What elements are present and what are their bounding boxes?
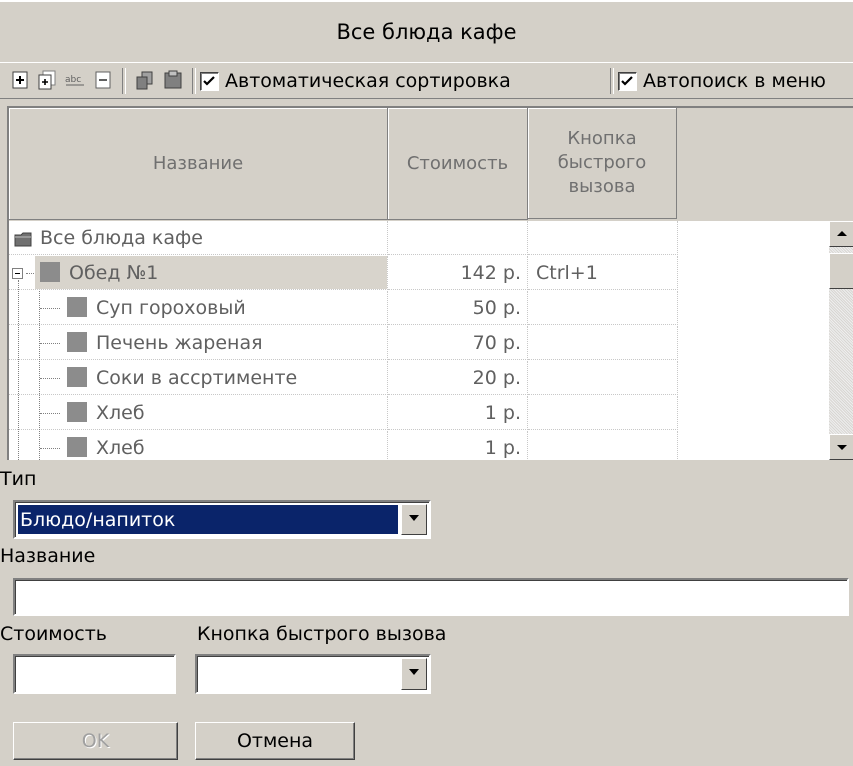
rename-icon[interactable]: abc	[64, 69, 86, 91]
dish-icon	[67, 436, 87, 457]
auto-search-checkbox[interactable]: Автопоиск в меню	[618, 67, 826, 95]
table-row[interactable]: Хлеб 1 р.	[9, 396, 839, 431]
dish-icon	[40, 261, 60, 282]
dish-icon	[67, 331, 87, 352]
column-header-hotkey[interactable]: Кнопка быстрого вызова	[528, 108, 677, 219]
grid-header: Название Стоимость Кнопка быстрого вызов…	[9, 108, 853, 221]
name-cell: Печень жареная	[9, 326, 388, 360]
name-cell: Обед №1	[9, 256, 388, 290]
name-cell: Соки в ассртименте	[9, 361, 388, 395]
table-row[interactable]: Соки в ассртименте 20 р.	[9, 361, 839, 396]
table-row[interactable]: Все блюда кафе	[9, 221, 839, 256]
column-header-name[interactable]: Название	[9, 108, 388, 220]
window-title: Все блюда кафе	[0, 0, 853, 63]
checkbox-mark-icon	[618, 71, 637, 91]
add-subitem-icon[interactable]	[36, 69, 58, 91]
delete-icon[interactable]	[92, 69, 114, 91]
hotkey-cell: Ctrl+1	[528, 256, 678, 290]
price-cell	[388, 221, 528, 255]
hotkey-label: Кнопка быстрого вызова	[197, 623, 447, 645]
table-row[interactable]: Обед №1 142 р. Ctrl+1	[9, 256, 839, 291]
hotkey-cell	[528, 326, 678, 360]
auto-search-label: Автопоиск в меню	[643, 70, 826, 92]
hotkey-cell	[528, 396, 678, 430]
collapse-icon[interactable]	[12, 267, 24, 280]
hotkey-cell	[528, 291, 678, 325]
table-row[interactable]: Печень жареная 70 р.	[9, 326, 839, 361]
hotkey-cell	[528, 361, 678, 395]
ok-button[interactable]: OK	[13, 722, 178, 760]
type-label: Тип	[0, 468, 37, 490]
name-cell: Хлеб	[9, 396, 388, 430]
price-cell: 20 р.	[388, 361, 528, 395]
price-cell: 1 р.	[388, 396, 528, 430]
price-cell: 70 р.	[388, 326, 528, 360]
chevron-down-icon	[409, 515, 419, 521]
dish-icon	[67, 401, 87, 422]
price-cell: 1 р.	[388, 431, 528, 460]
name-label: Название	[0, 545, 96, 567]
dish-editor-window: Все блюда кафе abc Автоматическая сортир…	[0, 0, 853, 766]
arrow-up-icon	[837, 231, 847, 236]
arrow-down-icon	[837, 445, 847, 450]
scroll-up-button[interactable]	[829, 221, 853, 247]
scroll-thumb[interactable]	[829, 253, 853, 289]
toolbar: abc Автоматическая сортировка Автопоиск …	[0, 62, 853, 99]
scroll-down-button[interactable]	[829, 434, 853, 460]
table-row[interactable]: Хлеб 1 р.	[9, 431, 839, 460]
dish-icon	[67, 366, 87, 387]
chevron-down-icon	[409, 669, 419, 675]
copy-icon[interactable]	[134, 69, 156, 91]
dish-icon	[67, 296, 87, 317]
column-header-price[interactable]: Стоимость	[388, 108, 528, 220]
table-row[interactable]: Суп гороховый 50 р.	[9, 291, 839, 326]
price-cell: 142 р.	[388, 256, 528, 290]
add-item-icon[interactable]	[9, 69, 31, 91]
folder-icon	[14, 232, 32, 246]
auto-sort-checkbox[interactable]: Автоматическая сортировка	[200, 67, 511, 95]
price-label: Стоимость	[0, 623, 107, 645]
hotkey-select[interactable]	[195, 654, 431, 694]
type-select-value: Блюдо/напиток	[18, 505, 398, 534]
cancel-button[interactable]: Отмена	[195, 722, 355, 760]
price-input[interactable]	[13, 654, 176, 694]
name-input[interactable]	[13, 578, 849, 616]
price-cell: 50 р.	[388, 291, 528, 325]
dishes-tree-grid[interactable]: Название Стоимость Кнопка быстрого вызов…	[7, 106, 853, 460]
vertical-scrollbar[interactable]	[829, 221, 853, 460]
type-dropdown-button[interactable]	[401, 504, 427, 535]
name-cell: Хлеб	[9, 431, 388, 460]
hotkey-cell	[528, 221, 678, 255]
type-select[interactable]: Блюдо/напиток	[13, 500, 431, 539]
hotkey-dropdown-button[interactable]	[401, 658, 427, 690]
hotkey-cell	[528, 431, 678, 460]
auto-sort-label: Автоматическая сортировка	[225, 70, 511, 92]
name-cell: Все блюда кафе	[9, 221, 388, 255]
checkbox-mark-icon	[200, 71, 219, 91]
paste-icon[interactable]	[162, 69, 184, 91]
name-cell: Суп гороховый	[9, 291, 388, 325]
svg-text:abc: abc	[65, 75, 81, 85]
